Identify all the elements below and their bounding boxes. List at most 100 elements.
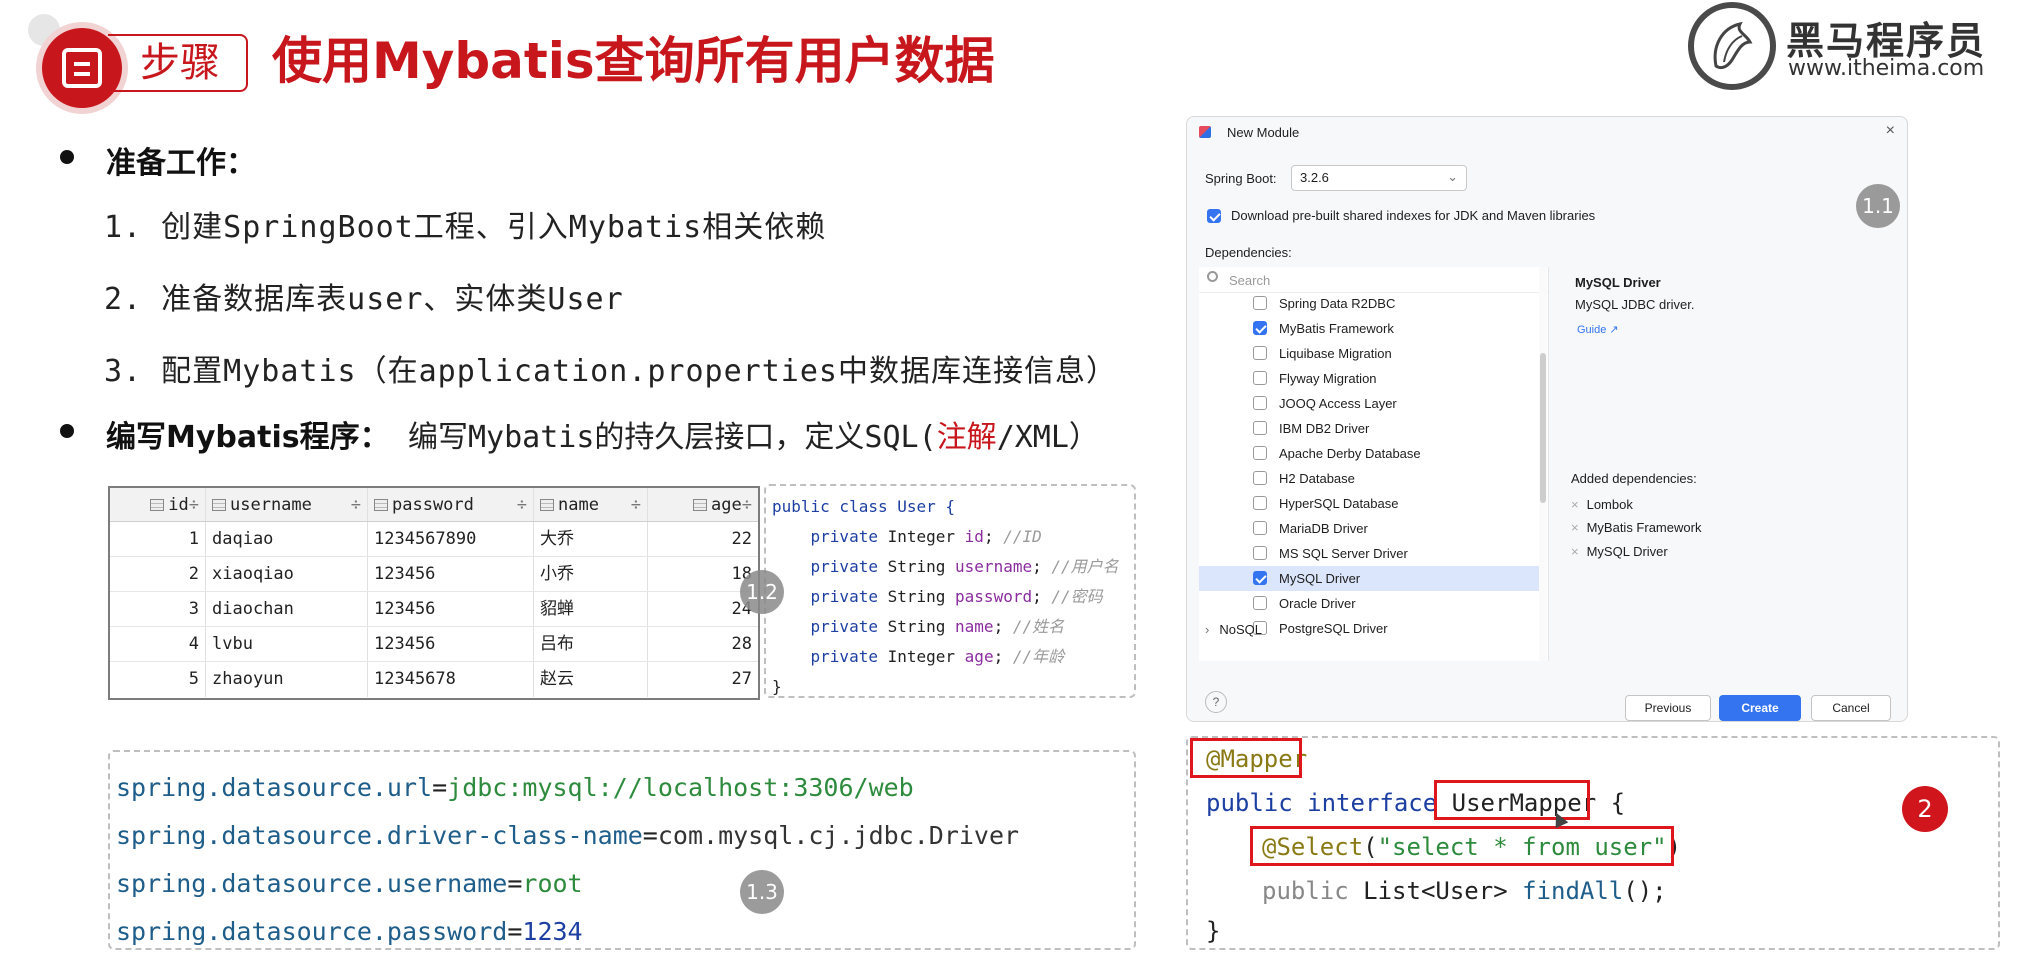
checkbox[interactable]: [1253, 421, 1267, 435]
prop-line: spring.datasource.username=root: [116, 869, 583, 898]
step-badge-1-1: 1.1: [1856, 184, 1900, 228]
dependency-item[interactable]: Apache Derby Database: [1199, 441, 1539, 466]
col-header-username[interactable]: username ÷: [206, 488, 368, 521]
checkbox[interactable]: [1253, 596, 1267, 610]
dialog-title: New Module: [1227, 125, 1300, 140]
dependency-item[interactable]: H2 Database: [1199, 466, 1539, 491]
field-line: private String password; //密码: [810, 587, 1103, 606]
added-dependencies-label: Added dependencies:: [1571, 471, 1697, 486]
table-row[interactable]: 4 lvbu 123456 吕布 28: [110, 627, 758, 662]
desc-annotation-highlight: 注解: [936, 420, 997, 455]
cell-name: 赵云: [534, 662, 648, 697]
step-badge-1-2: 1.2: [740, 570, 784, 614]
guide-link[interactable]: Guide ↗: [1577, 323, 1619, 336]
table-row[interactable]: 5 zhaoyun 12345678 赵云 27: [110, 662, 758, 697]
download-indexes-label: Download pre-built shared indexes for JD…: [1231, 208, 1596, 223]
bullet-dot: [60, 150, 74, 164]
table-row[interactable]: 3 diaochan 123456 貂蝉 24: [110, 592, 758, 627]
cancel-button[interactable]: Cancel: [1811, 695, 1891, 721]
dependency-item[interactable]: MS SQL Server Driver: [1199, 541, 1539, 566]
download-indexes-checkbox[interactable]: [1207, 209, 1221, 223]
cell-name: 貂蝉: [534, 592, 648, 626]
close-icon[interactable]: ×: [1886, 122, 1895, 140]
checkbox[interactable]: [1253, 521, 1267, 535]
cell-id: 2: [110, 557, 206, 591]
user-class-code: public class User { private Integer id; …: [764, 484, 1136, 698]
checkbox[interactable]: [1253, 396, 1267, 410]
remove-icon[interactable]: ×: [1571, 497, 1579, 512]
col-header-age[interactable]: age ÷: [648, 488, 758, 521]
new-module-dialog: New Module × Spring Boot: 3.2.6 ⌄ Downlo…: [1186, 116, 1908, 722]
column-icon: [212, 499, 226, 511]
dependency-item[interactable]: JOOQ Access Layer: [1199, 391, 1539, 416]
dependency-item[interactable]: IBM DB2 Driver: [1199, 416, 1539, 441]
checkbox[interactable]: [1253, 546, 1267, 560]
field-line: private String name; //姓名: [810, 617, 1065, 636]
bullet-dot: [60, 424, 74, 438]
cell-id: 5: [110, 662, 206, 697]
checkbox[interactable]: [1253, 296, 1267, 310]
previous-button[interactable]: Previous: [1625, 695, 1711, 721]
intellij-icon: [1199, 126, 1211, 138]
dependency-info-title: MySQL Driver: [1575, 275, 1661, 290]
highlight-mapper: [1190, 738, 1302, 778]
checkbox[interactable]: [1253, 321, 1267, 335]
interface-close: }: [1206, 917, 1221, 945]
cell-username: diaochan: [206, 592, 368, 626]
checkbox[interactable]: [1253, 446, 1267, 460]
dependencies-list[interactable]: Search Spring Data R2DBC MyBatis Framewo…: [1199, 267, 1549, 661]
added-dependency: × MyBatis Framework: [1571, 520, 1702, 535]
col-header-password[interactable]: password ÷: [368, 488, 534, 521]
table-row[interactable]: 1 daqiao 1234567890 大乔 22: [110, 522, 758, 557]
table-row[interactable]: 2 xiaoqiao 123456 小乔 18: [110, 557, 758, 592]
method-line: public List<User> findAll();: [1262, 877, 1667, 905]
added-dependency: × MySQL Driver: [1571, 544, 1668, 559]
column-icon: [374, 499, 388, 511]
bullet-title-write: 编写Mybatis程序：: [106, 420, 390, 455]
col-header-id[interactable]: id ÷: [110, 488, 206, 521]
desc-part-b: /XML）: [996, 420, 1099, 455]
field-line: private Integer id; //ID: [810, 527, 1042, 546]
cell-name: 吕布: [534, 627, 648, 661]
key-column-icon: [150, 499, 165, 511]
dependency-item[interactable]: Liquibase Migration: [1199, 341, 1539, 366]
bullet-desc-write: 编写Mybatis的持久层接口，定义SQL(注解/XML）: [408, 412, 1099, 456]
cell-name: 大乔: [534, 522, 648, 556]
scrollbar-thumb[interactable]: [1540, 353, 1546, 503]
dependency-item[interactable]: Oracle Driver: [1199, 591, 1539, 616]
cell-id: 4: [110, 627, 206, 661]
field-line: private Integer age; //年龄: [810, 647, 1065, 666]
checkbox[interactable]: [1253, 496, 1267, 510]
help-icon[interactable]: ?: [1205, 691, 1227, 713]
cell-password: 12345678: [368, 662, 534, 697]
search-placeholder: Search: [1229, 273, 1271, 288]
dependency-item[interactable]: MyBatis Framework: [1199, 316, 1539, 341]
dependency-item-selected[interactable]: MySQL Driver: [1199, 566, 1539, 591]
checkbox[interactable]: [1253, 571, 1267, 585]
create-button[interactable]: Create: [1719, 695, 1801, 721]
dependency-item[interactable]: Spring Data R2DBC: [1199, 291, 1539, 316]
table-header-row: id ÷ username ÷ password ÷ name ÷ age ÷: [110, 488, 758, 522]
remove-icon[interactable]: ×: [1571, 544, 1579, 559]
list-scrollbar[interactable]: [1539, 267, 1547, 661]
cell-username: xiaoqiao: [206, 557, 368, 591]
cell-username: zhaoyun: [206, 662, 368, 697]
checkbox[interactable]: [1253, 371, 1267, 385]
user-table: id ÷ username ÷ password ÷ name ÷ age ÷ 1 d…: [108, 486, 760, 700]
spring-boot-version-select[interactable]: 3.2.6 ⌄: [1291, 165, 1467, 191]
dependencies-label: Dependencies:: [1205, 245, 1292, 260]
dependency-item[interactable]: MariaDB Driver: [1199, 516, 1539, 541]
checkbox[interactable]: [1253, 471, 1267, 485]
spring-boot-label: Spring Boot:: [1205, 171, 1277, 186]
highlight-usermapper: [1434, 780, 1590, 820]
dependency-search[interactable]: Search: [1199, 267, 1548, 293]
col-header-name[interactable]: name ÷: [534, 488, 648, 521]
nosql-group[interactable]: › NoSQL: [1205, 622, 1405, 637]
checkbox[interactable]: [1253, 346, 1267, 360]
cell-password: 1234567890: [368, 522, 534, 556]
dependency-item[interactable]: Flyway Migration: [1199, 366, 1539, 391]
document-icon: [62, 48, 102, 88]
dependency-item[interactable]: HyperSQL Database: [1199, 491, 1539, 516]
remove-icon[interactable]: ×: [1571, 520, 1579, 535]
chevron-right-icon: ›: [1205, 622, 1210, 637]
